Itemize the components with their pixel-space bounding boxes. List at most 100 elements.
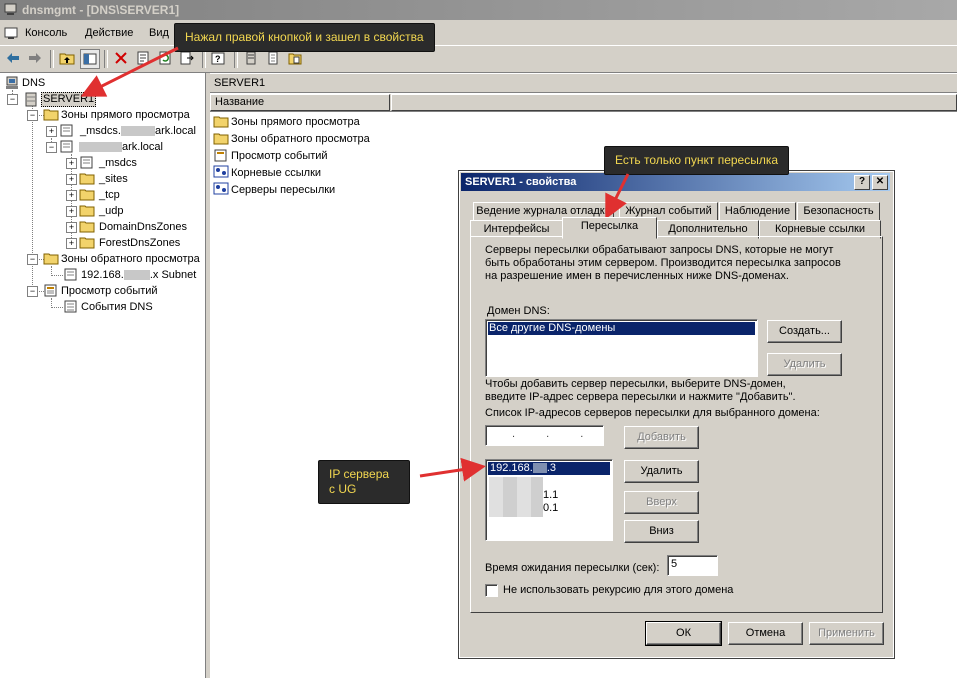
tree-server1[interactable]: − SERVER1 <box>4 91 97 107</box>
move-down-button[interactable]: Вниз <box>624 520 699 543</box>
folder-icon <box>79 221 95 233</box>
details-header: SERVER1 <box>210 74 957 93</box>
console-icon <box>4 27 18 39</box>
no-recursion-checkbox[interactable] <box>485 584 498 597</box>
tab-monitoring[interactable]: Наблюдение <box>719 202 796 221</box>
forward-icon[interactable] <box>26 49 44 67</box>
collapse-icon[interactable]: − <box>27 286 38 297</box>
refresh-icon[interactable] <box>156 49 174 67</box>
server-icon <box>25 92 37 107</box>
remove-ip-button[interactable]: Удалить <box>624 460 699 483</box>
callout-right-click: Нажал правой кнопкой и зашел в свойства <box>174 23 435 52</box>
tab-security[interactable]: Безопасность <box>797 202 880 221</box>
redacted-block <box>489 477 543 517</box>
collapse-icon[interactable]: − <box>7 94 18 105</box>
column-header: Название <box>210 94 957 112</box>
subnet-suffix: .x Subnet <box>149 269 197 281</box>
callout-forwarders-tab: Есть только пункт пересылка <box>604 146 790 175</box>
ip-address-input-value: . . . <box>512 428 598 440</box>
no-recursion-label: Не использовать рекурсию для этого домен… <box>503 584 734 596</box>
column-empty-header[interactable] <box>391 94 957 111</box>
domain-listbox[interactable]: Все другие DNS-домены <box>485 319 758 377</box>
delete-domain-button[interactable]: Удалить <box>767 353 842 376</box>
collapse-icon[interactable]: − <box>27 254 38 265</box>
zone-icon <box>64 268 77 281</box>
ip-listbox[interactable]: 192.168. .3 1.1 0.1 <box>485 459 613 541</box>
list-item-label: Корневые ссылки <box>231 167 322 179</box>
timeout-value: 5 <box>671 558 678 570</box>
details-header-label: SERVER1 <box>214 77 266 89</box>
zone-icon <box>60 140 73 153</box>
tree-child-label: _msdcs <box>99 157 137 169</box>
domain-label: Домен DNS: <box>487 305 550 317</box>
ip-list-item[interactable]: 0.1 <box>543 502 558 514</box>
ip-address-input[interactable]: . . . <box>485 425 604 446</box>
dns-icon <box>6 76 18 89</box>
event-viewer-icon <box>214 149 227 162</box>
folder-icon <box>79 173 95 185</box>
dialog-title-bar[interactable]: SERVER1 - свойства ? ✕ <box>461 173 890 191</box>
dns-app-icon <box>4 3 17 15</box>
zone-icon <box>60 124 73 137</box>
tree-child-label: _sites <box>99 173 128 185</box>
add-ip-button[interactable]: Добавить <box>624 426 699 449</box>
delete-icon[interactable] <box>112 49 130 67</box>
column-name-header[interactable]: Название <box>210 94 390 111</box>
redacted-block <box>120 126 155 137</box>
move-up-button[interactable]: Вверх <box>624 491 699 514</box>
timeout-label: Время ожидания пересылки (сек): <box>485 562 660 574</box>
help-button[interactable]: ? <box>854 175 870 190</box>
folder-icon <box>43 253 59 265</box>
expand-icon[interactable]: + <box>66 206 77 217</box>
log-icon <box>64 300 77 313</box>
expand-icon[interactable]: + <box>66 158 77 169</box>
menu-action[interactable]: Действие <box>85 27 133 39</box>
msdcs-zone-suffix: ark.local <box>154 125 196 137</box>
expand-icon[interactable]: + <box>66 190 77 201</box>
list-item-label: Зоны прямого просмотра <box>231 116 360 128</box>
window-title: dnsmgmt - [DNS\SERVER1] <box>22 3 180 17</box>
domain-list-item[interactable]: Все другие DNS-домены <box>488 322 755 335</box>
folder-icon <box>79 237 95 249</box>
up-folder-icon[interactable] <box>58 49 76 67</box>
expand-icon[interactable]: + <box>66 222 77 233</box>
properties-icon[interactable] <box>134 49 152 67</box>
timeout-input[interactable]: 5 <box>667 555 718 576</box>
ip-list-item[interactable]: 1.1 <box>543 489 558 501</box>
menu-console[interactable]: Консоль <box>25 27 67 39</box>
redacted-block <box>532 463 547 474</box>
tree-reverse-zones-label: Зоны обратного просмотра <box>61 253 200 265</box>
expand-icon[interactable]: + <box>46 126 57 137</box>
create-button[interactable]: Создать... <box>767 320 842 343</box>
menu-view[interactable]: Вид <box>149 27 169 39</box>
tab-forwarders[interactable]: Пересылка <box>562 217 657 239</box>
ip-selected-suffix: .3 <box>546 462 557 474</box>
tree-child-label: _tcp <box>99 189 120 201</box>
close-button[interactable]: ✕ <box>872 175 888 190</box>
show-hide-tree-icon[interactable] <box>80 49 100 69</box>
apply-button[interactable]: Применить <box>809 622 884 645</box>
redacted-block <box>79 142 122 153</box>
list-item-label: Зоны обратного просмотра <box>231 133 370 145</box>
window-title-bar[interactable]: dnsmgmt - [DNS\SERVER1] <box>0 0 957 20</box>
back-icon[interactable] <box>4 49 22 67</box>
cancel-button[interactable]: Отмена <box>728 622 803 645</box>
dialog-title: SERVER1 - свойства <box>465 176 577 188</box>
ip-list-item-selected[interactable]: 192.168. .3 <box>488 462 610 475</box>
collapse-icon[interactable]: − <box>27 110 38 121</box>
svg-text:?: ? <box>215 54 221 64</box>
event-viewer-icon <box>44 284 57 297</box>
tree-dns-label: DNS <box>22 77 46 89</box>
folder-icon <box>80 156 93 169</box>
toolbar: ? <box>0 45 957 73</box>
tree-forward-zones-label: Зоны прямого просмотра <box>61 109 190 121</box>
expand-icon[interactable]: + <box>66 238 77 249</box>
folder-icon <box>43 109 59 121</box>
collapse-icon[interactable]: − <box>46 142 57 153</box>
menu-bar: Консоль Действие Вид <box>0 23 957 43</box>
expand-icon[interactable]: + <box>66 174 77 185</box>
ok-button[interactable]: ОК <box>645 621 722 646</box>
folder-icon <box>79 205 95 217</box>
tree-child-label: _udp <box>99 205 124 217</box>
tree-event-viewer-label: Просмотр событий <box>61 285 158 297</box>
